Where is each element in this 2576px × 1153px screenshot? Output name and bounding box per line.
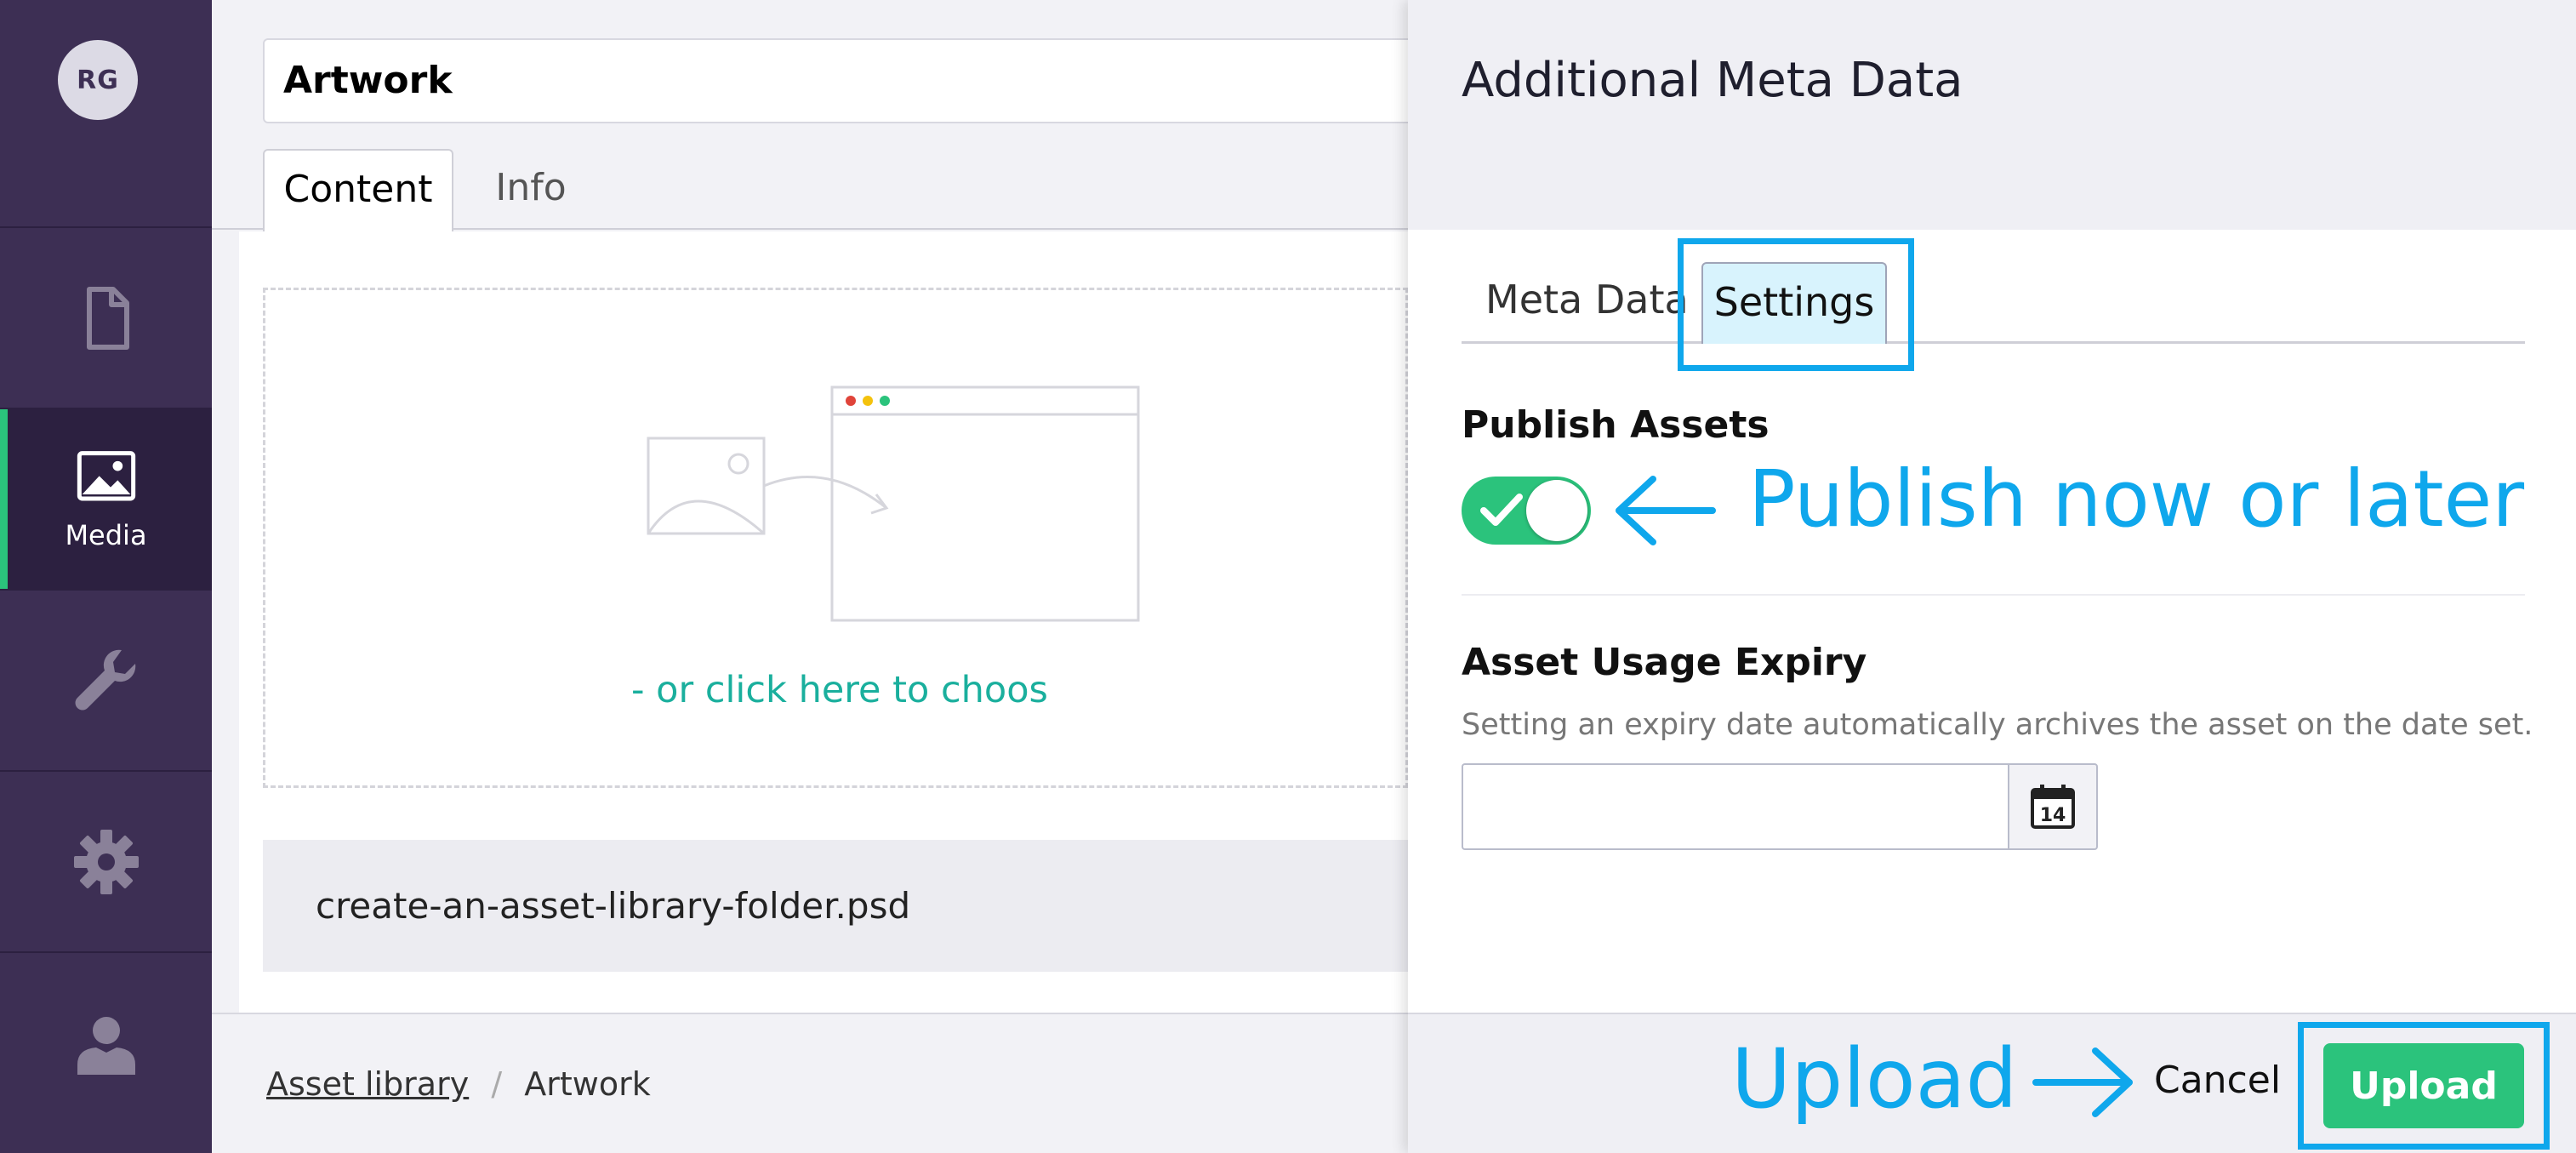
arrow-left-icon (1616, 476, 1716, 545)
breadcrumb-item-asset-library[interactable]: Asset library (266, 1065, 469, 1103)
media-editor: Artwork Content Info - or click here to … (212, 0, 1454, 1153)
expiry-date-input[interactable] (1462, 763, 2008, 850)
publish-toggle[interactable] (1462, 477, 1591, 545)
sidebar-item-packages[interactable] (0, 772, 212, 953)
upload-annotation: Upload (1731, 1031, 2018, 1127)
sidebar-item-members[interactable] (0, 953, 212, 1134)
tab-content[interactable]: Content (263, 149, 453, 231)
tab-settings[interactable]: Settings (1701, 262, 1887, 344)
wrench-icon (75, 649, 135, 710)
drawer-title: Additional Meta Data (1462, 53, 1963, 108)
drawer-header: Additional Meta Data (1408, 0, 2576, 230)
breadcrumb-item-current: Artwork (524, 1065, 651, 1103)
tab-info[interactable]: Info (467, 149, 595, 231)
section-divider (1462, 594, 2525, 596)
upload-button[interactable]: Upload (2323, 1043, 2524, 1128)
expiry-help-text: Setting an expiry date automatically arc… (1462, 708, 2533, 742)
document-icon (86, 286, 129, 350)
sidebar-item-media[interactable]: Media (0, 409, 212, 591)
user-icon (77, 1016, 135, 1075)
sidebar-item-content[interactable] (0, 228, 212, 409)
uploaded-file-item: create-an-asset-library-folder.psd (263, 840, 1408, 972)
sidebar: RG Media (0, 0, 212, 1153)
tab-meta-data[interactable]: Meta Data (1485, 255, 1689, 344)
calendar-icon: 14 (2031, 785, 2075, 829)
media-name-input[interactable]: Artwork (263, 38, 1454, 123)
publish-annotation: Publish now or later (1748, 454, 2525, 545)
avatar[interactable]: RG (58, 40, 138, 120)
avatar-section: RG (0, 0, 212, 228)
upload-dropzone[interactable]: - or click here to choos (263, 288, 1408, 788)
breadcrumb: Asset library / Artwork (266, 1065, 651, 1103)
image-icon (77, 450, 135, 500)
upload-illustration-icon (647, 385, 1140, 622)
editor-footer: Asset library / Artwork (212, 1013, 1408, 1153)
calendar-day: 14 (2040, 805, 2066, 826)
calendar-button[interactable]: 14 (2008, 763, 2098, 850)
arrow-right-icon (2032, 1047, 2133, 1117)
content-panel: - or click here to choos create-an-asset… (239, 231, 1408, 1013)
gear-icon (73, 829, 139, 894)
cancel-button[interactable]: Cancel (2154, 1059, 2281, 1102)
drawer-footer: Upload Cancel Upload (1408, 1013, 2576, 1153)
check-icon (1480, 494, 1523, 526)
asset-usage-expiry-label: Asset Usage Expiry (1462, 641, 1867, 684)
publish-assets-label: Publish Assets (1462, 403, 1770, 447)
meta-data-drawer: Additional Meta Data Meta Data Settings … (1408, 0, 2576, 1153)
choose-file-link[interactable]: - or click here to choos (631, 669, 1048, 711)
toggle-knob (1526, 480, 1587, 541)
sidebar-item-label: Media (65, 518, 147, 551)
breadcrumb-separator: / (491, 1065, 503, 1103)
editor-tabs: Content Info (212, 146, 1408, 231)
drawer-tabs: Meta Data Settings (1462, 255, 2525, 344)
sidebar-item-settings[interactable] (0, 591, 212, 772)
